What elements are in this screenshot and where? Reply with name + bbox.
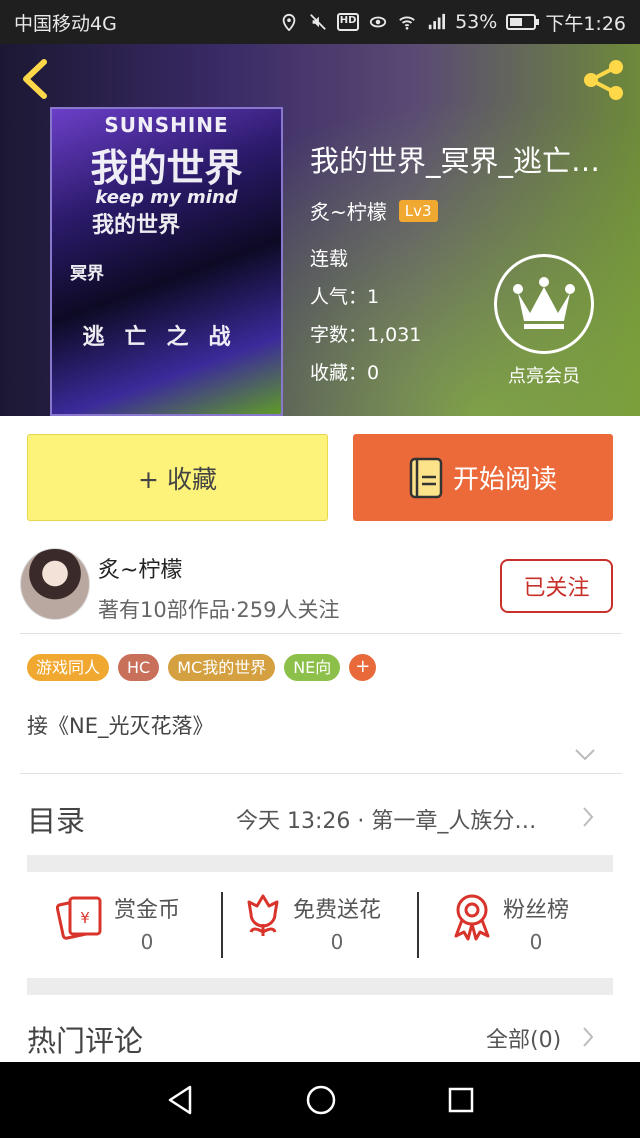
cover-text: SUNSHINE [104,113,229,137]
reward-coins-button[interactable]: ¥ 赏金币 0 [56,892,180,958]
cover-text: 冥界 [70,264,104,284]
cover-text: 我的世界 [92,213,181,238]
author-card-name[interactable]: 炙~柠檬 [98,552,182,584]
book-cover[interactable]: SUNSHINE 我的世界 keep my mind 我的世界 冥界 逃亡之战 [50,107,283,416]
status-bar: 中国移动4G HD 53% 下午1:26 [0,0,640,44]
tag-hc[interactable]: HC [118,654,160,681]
wifi-icon [399,16,415,30]
nav-home-icon[interactable] [305,1084,337,1116]
reward-value: 0 [529,930,543,954]
chevron-right-icon [583,1027,594,1047]
author-line[interactable]: 炙~柠檬 Lv3 [310,196,438,225]
reward-value: 0 [140,930,154,954]
follow-button[interactable]: 已关注 [500,559,613,613]
battery-percent: 53% [455,11,498,33]
tag-list: 游戏同人 HC MC我的世界 NE向 + [27,654,377,681]
vip-button[interactable]: 点亮会员 [492,254,596,388]
book-description: 接《NE_光灭花落》 [27,714,214,738]
avatar[interactable] [20,548,90,620]
add-tag-button[interactable]: + [349,654,377,681]
eye-icon [369,16,387,28]
cover-text: 我的世界 [90,146,243,190]
toc-title: 目录 [27,804,86,838]
divider [417,892,419,958]
chevron-down-icon[interactable] [574,748,596,762]
hd-icon: HD [337,13,360,31]
flower-icon [247,894,279,936]
cover-text: keep my mind [95,187,238,208]
free-flower-button[interactable]: 免费送花 0 [243,892,381,958]
word-count: 字数：1,031 [310,324,422,346]
start-reading-button[interactable]: 开始阅读 [353,434,613,521]
divider [20,773,622,774]
collect-button[interactable]: + 收藏 [27,434,328,521]
share-icon[interactable] [580,58,628,102]
book-icon [409,457,443,498]
section-separator [27,855,613,872]
tag-game-fanfic[interactable]: 游戏同人 [27,654,110,681]
medal-icon [454,894,490,941]
reward-label: 免费送花 [293,898,382,923]
popularity: 人气：1 [310,286,380,308]
system-nav-bar [0,1062,640,1138]
red-envelope-icon: ¥ [56,896,102,940]
chevron-right-icon [583,807,594,827]
fan-ranking-button[interactable]: 粉丝榜 0 [451,892,569,958]
start-reading-label: 开始阅读 [452,465,557,495]
reward-value: 0 [330,930,344,954]
all-comments-label: 全部(0) [486,1028,562,1053]
vip-label: 点亮会员 [508,366,580,387]
back-arrow-icon[interactable] [18,58,52,100]
tag-minecraft[interactable]: MC我的世界 [168,654,276,681]
svg-text:¥: ¥ [80,909,90,927]
favorites-count: 收藏：0 [310,362,380,384]
toc-latest-chapter: 今天 13:26 · 第一章_人族分… [236,809,537,834]
reward-label: 赏金币 [114,898,181,923]
divider [20,633,622,634]
book-title: 我的世界_冥界_逃亡… [310,144,601,178]
nav-recents-icon[interactable] [447,1086,475,1114]
mute-icon [310,14,326,30]
crown-icon [494,254,594,354]
battery-icon [506,14,540,30]
cover-text: 逃亡之战 [82,325,251,350]
nav-back-icon[interactable] [165,1084,195,1116]
book-header: SUNSHINE 我的世界 keep my mind 我的世界 冥界 逃亡之战 … [0,44,640,416]
section-separator [27,978,613,995]
divider [221,892,223,958]
carrier-label: 中国移动4G [14,12,117,35]
serial-status: 连载 [310,248,349,270]
level-badge: Lv3 [398,199,438,222]
location-icon [282,13,296,31]
hot-comments-title: 热门评论 [27,1024,144,1058]
tag-ne[interactable]: NE向 [284,654,341,681]
author-stats: 著有10部作品·259人关注 [98,598,340,622]
author-name[interactable]: 炙~柠檬 [310,196,387,225]
reward-label: 粉丝榜 [503,898,570,923]
clock: 下午1:26 [545,12,626,35]
signal-icon [428,13,446,30]
